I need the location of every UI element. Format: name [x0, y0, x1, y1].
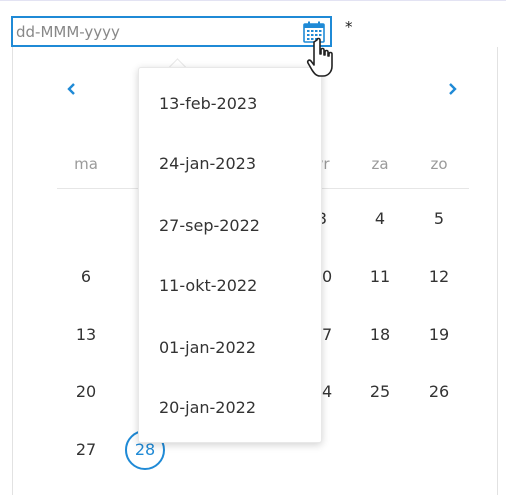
day-cell[interactable]: 12: [419, 257, 459, 297]
day-cell[interactable]: 4: [360, 199, 400, 239]
day-cell[interactable]: 19: [419, 315, 459, 355]
date-input[interactable]: [16, 20, 296, 43]
weekday-label: ma: [74, 155, 98, 173]
top-divider: [0, 0, 506, 1]
day-cell[interactable]: 5: [419, 199, 459, 239]
next-month-button[interactable]: [442, 76, 462, 102]
calendar-button[interactable]: [301, 20, 327, 44]
day-cell[interactable]: 27: [66, 430, 106, 470]
recent-date-option[interactable]: 24-jan-2023: [139, 144, 321, 184]
calendar-icon: [303, 21, 325, 43]
recent-date-option[interactable]: 27-sep-2022: [139, 206, 321, 246]
required-marker: *: [345, 18, 353, 36]
weekday-label: za: [371, 155, 389, 173]
weekday-label: zo: [430, 155, 448, 173]
recent-date-option[interactable]: 13-feb-2023: [139, 84, 321, 124]
recent-date-option[interactable]: 11-okt-2022: [139, 266, 321, 306]
recent-date-option[interactable]: 01-jan-2022: [139, 328, 321, 368]
day-cell[interactable]: 18: [360, 315, 400, 355]
recent-dates-dropdown: 13-feb-2023 24-jan-2023 27-sep-2022 11-okt-…: [138, 67, 322, 443]
date-field[interactable]: [11, 16, 332, 47]
day-cell[interactable]: 25: [360, 372, 400, 412]
day-cell[interactable]: 6: [66, 257, 106, 297]
recent-date-option[interactable]: 20-jan-2022: [139, 388, 321, 428]
chevron-right-icon: [449, 83, 457, 95]
day-cell[interactable]: 13: [66, 315, 106, 355]
day-cell[interactable]: 11: [360, 257, 400, 297]
day-cell[interactable]: 20: [66, 372, 106, 412]
day-cell[interactable]: 26: [419, 372, 459, 412]
